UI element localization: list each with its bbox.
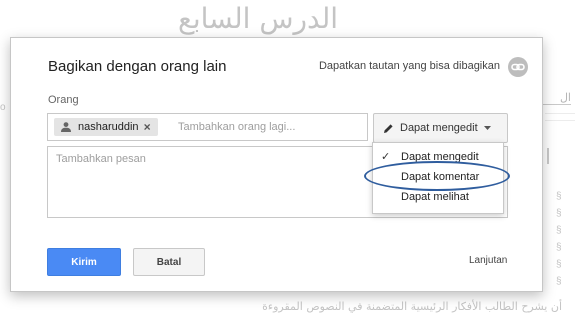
- people-input[interactable]: nasharuddin × Tambahkan orang lagi...: [47, 113, 368, 141]
- permission-label: Dapat mengedit: [400, 122, 478, 134]
- person-chip: nasharuddin ×: [54, 118, 158, 136]
- highlight-ring: [364, 161, 510, 191]
- message-placeholder: Tambahkan pesan: [56, 153, 146, 165]
- cancel-button[interactable]: Batal: [133, 248, 205, 276]
- send-button[interactable]: Kirim: [47, 248, 121, 276]
- bullet-icon: §: [556, 191, 562, 202]
- caret-down-icon: [483, 125, 491, 131]
- advanced-link[interactable]: Lanjutan: [469, 255, 507, 266]
- bullet-icon: §: [556, 208, 562, 219]
- bullet-icon: §: [556, 242, 562, 253]
- background-left-mark: o: [0, 102, 6, 113]
- background-line: [545, 113, 575, 114]
- add-people-placeholder: Tambahkan orang lagi...: [178, 121, 296, 133]
- remove-chip-button[interactable]: ×: [144, 120, 151, 134]
- background-line: [545, 120, 575, 121]
- link-icon[interactable]: [508, 57, 528, 77]
- document-title: الدرس السابع: [177, 2, 339, 35]
- person-icon: [60, 121, 72, 133]
- dialog-title: Bagikan dengan orang lain: [48, 58, 227, 75]
- get-shareable-link[interactable]: Dapatkan tautan yang bisa dibagikan: [319, 60, 500, 72]
- people-label: Orang: [48, 94, 79, 106]
- permission-dropdown-button[interactable]: Dapat mengedit: [373, 113, 508, 143]
- bullet-icon: §: [556, 259, 562, 270]
- pencil-icon: [383, 123, 394, 134]
- bullet-icon: §: [556, 225, 562, 236]
- bullet-icon: §: [556, 276, 562, 287]
- document-footer-text: أن يشرح الطالب الأفكار الرئيسية المتضمنة…: [262, 300, 562, 313]
- chip-name: nasharuddin: [78, 121, 139, 133]
- background-bar: [547, 148, 549, 164]
- document-heading: ال: [543, 91, 571, 105]
